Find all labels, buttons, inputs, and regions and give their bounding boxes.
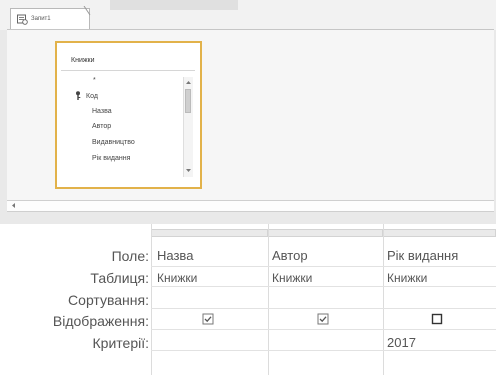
grid-cell-field[interactable]: Автор — [272, 248, 308, 263]
tab-edge-icon — [83, 6, 91, 16]
scrollbar-thumb[interactable] — [185, 89, 191, 113]
design-pane-horizontal-scrollbar[interactable] — [7, 200, 494, 212]
key-icon — [76, 91, 81, 100]
tab-strip-shade — [110, 0, 238, 10]
field-item-year[interactable]: Рік видання — [92, 155, 130, 162]
row-label-field: Поле: — [111, 248, 149, 264]
scroll-left-icon[interactable] — [10, 202, 17, 209]
tab-label: Запит1 — [31, 16, 51, 22]
grid-divider — [383, 224, 384, 375]
grid-cell-criteria[interactable]: 2017 — [387, 335, 416, 350]
row-label-table: Таблиця: — [90, 270, 149, 286]
column-selector-row — [151, 229, 496, 239]
grid-row-divider — [151, 350, 496, 351]
document-tab-strip: Запит1 — [0, 0, 496, 30]
table-title-divider — [61, 70, 195, 71]
field-item-author[interactable]: Автор — [92, 123, 111, 130]
grid-row-divider — [151, 286, 496, 287]
pane-splitter[interactable] — [0, 212, 496, 224]
grid-cell-table[interactable]: Книжки — [387, 271, 427, 285]
column-selector-3[interactable] — [383, 229, 496, 237]
field-item-all[interactable]: * — [93, 77, 96, 84]
column-selector-1[interactable] — [151, 229, 268, 237]
column-selector-2[interactable] — [268, 229, 383, 237]
checkbox-checked-icon[interactable] — [317, 313, 329, 325]
grid-cell-table[interactable]: Книжки — [272, 271, 312, 285]
grid-divider — [151, 224, 152, 375]
grid-row-divider — [151, 266, 496, 267]
checkbox-checked-icon[interactable] — [202, 313, 214, 325]
checkbox-unchecked-icon[interactable] — [431, 313, 443, 325]
grid-cell-field[interactable]: Рік видання — [387, 248, 458, 263]
row-label-show: Відображення: — [52, 313, 149, 329]
grid-cell-field[interactable]: Назва — [157, 248, 193, 263]
field-item-id[interactable]: Код — [86, 93, 98, 100]
field-item-publisher[interactable]: Видавництво — [92, 139, 135, 146]
scroll-up-icon[interactable] — [185, 79, 192, 86]
query-icon — [17, 14, 28, 25]
grid-cell-table[interactable]: Книжки — [157, 271, 197, 285]
grid-divider — [268, 224, 269, 375]
grid-row-divider — [151, 308, 496, 309]
row-label-criteria: Критерії: — [92, 335, 149, 351]
row-label-sort: Сортування: — [68, 292, 149, 308]
tab-query1[interactable]: Запит1 — [10, 6, 91, 30]
grid-row-divider — [151, 329, 496, 330]
field-item-title[interactable]: Назва — [92, 108, 112, 115]
table-title: Книжки — [71, 57, 95, 64]
field-list-scrollbar[interactable] — [183, 77, 193, 177]
scroll-down-icon[interactable] — [185, 167, 192, 174]
table-field-list[interactable]: Книжки * Код Назва Автор Видавництво Рік… — [55, 41, 202, 189]
table-design-pane[interactable]: Книжки * Код Назва Автор Видавництво Рік… — [7, 29, 494, 200]
query-design-grid: Поле: Таблиця: Сортування: Відображення:… — [0, 224, 496, 375]
